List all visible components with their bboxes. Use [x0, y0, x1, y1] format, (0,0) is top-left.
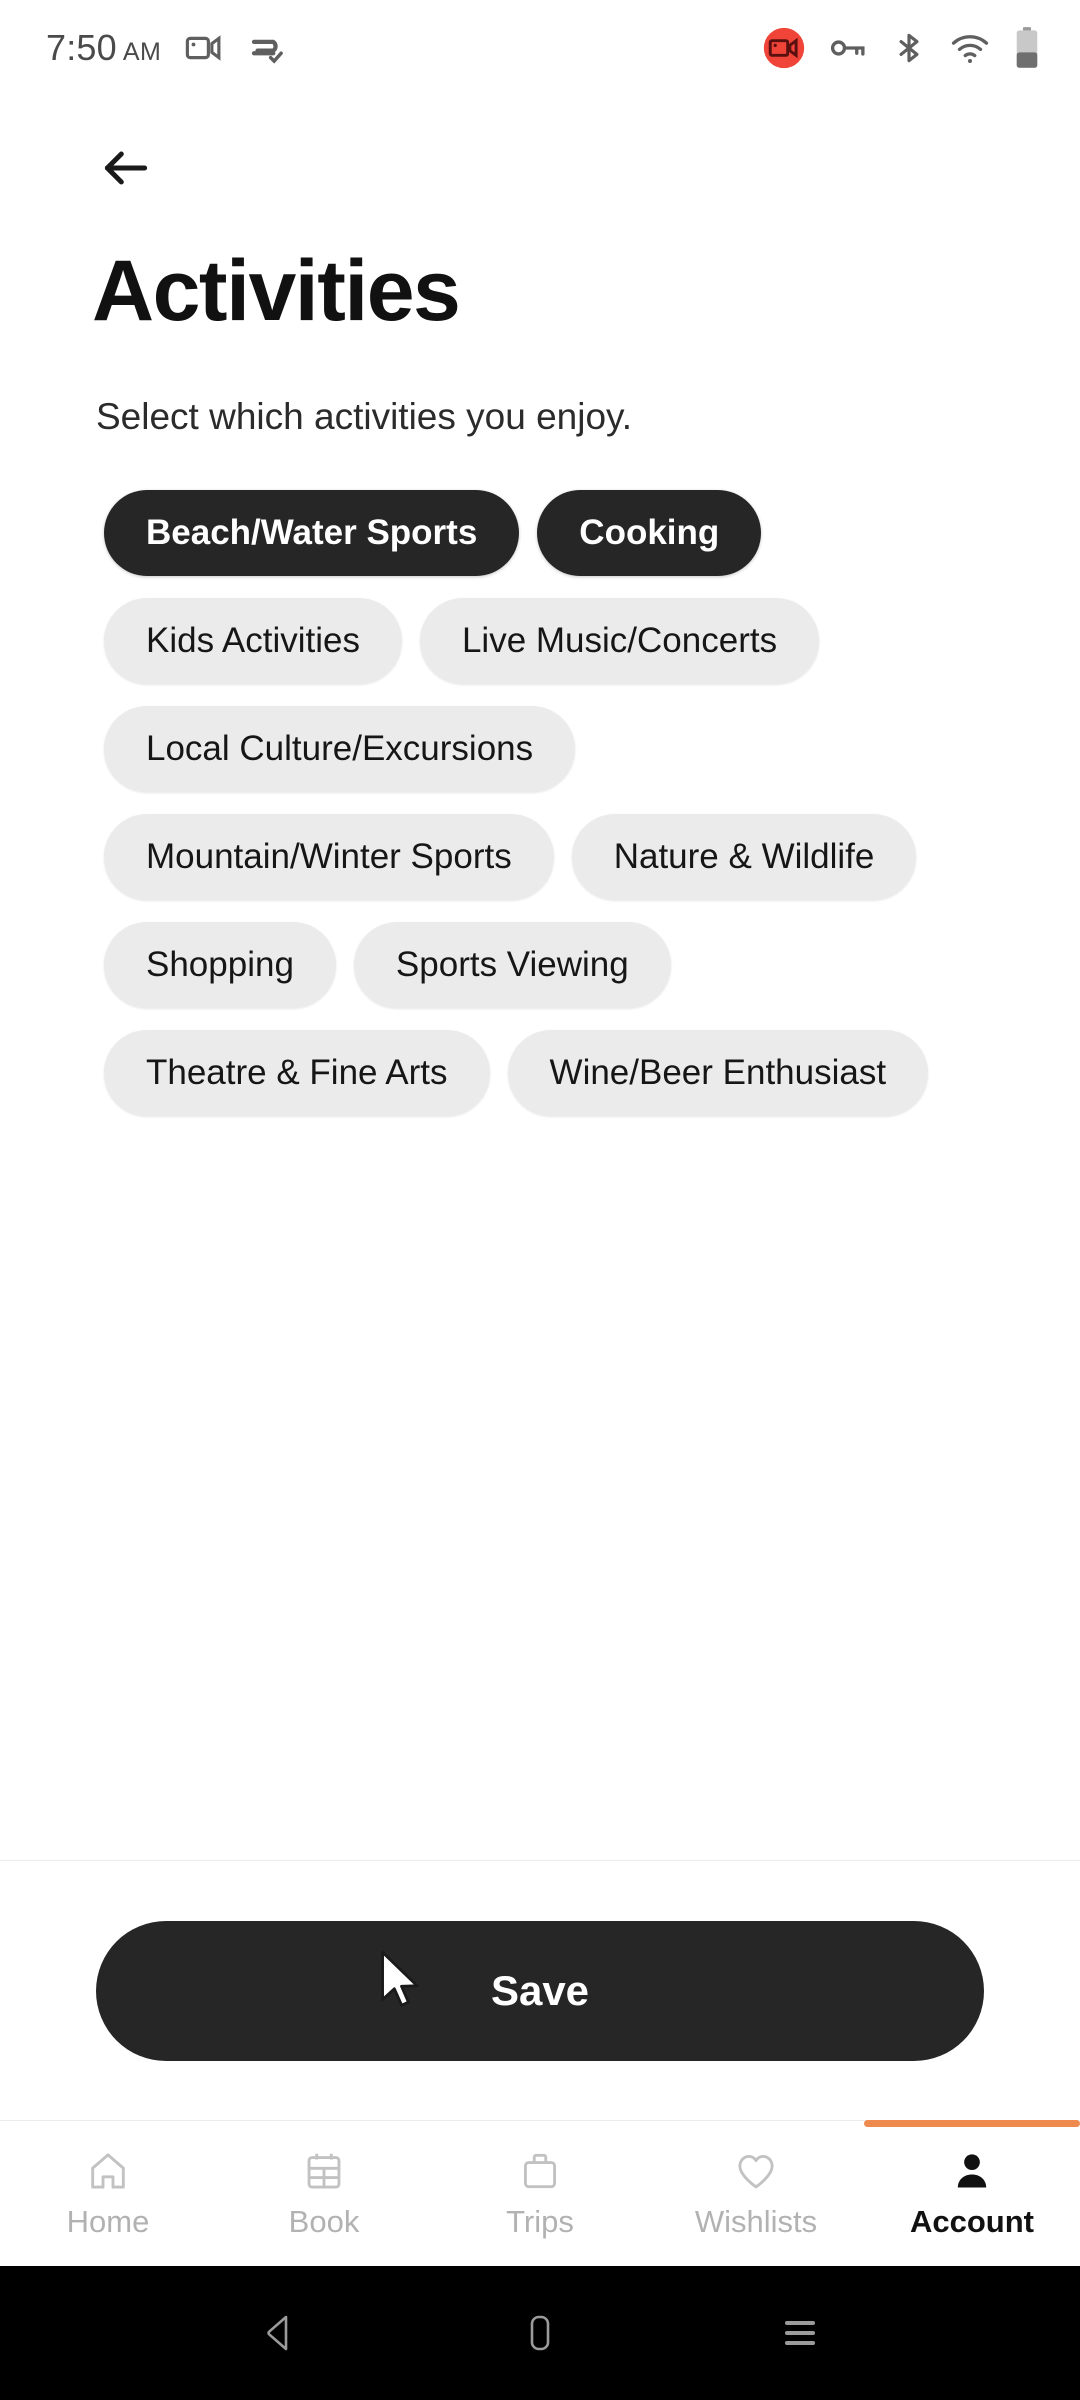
activity-chip-label: Sports Viewing	[395, 945, 629, 984]
bottom-nav-label: Book	[288, 2203, 360, 2239]
bottom-nav-label: Wishlists	[694, 2203, 818, 2239]
save-button[interactable]: Save	[96, 1920, 984, 2061]
activity-chip[interactable]: Mountain/Winter Sports	[104, 814, 554, 900]
bottom-nav-item-wishlists[interactable]: Wishlists	[648, 2121, 864, 2266]
activity-chip[interactable]: Beach/Water Sports	[104, 490, 520, 576]
wifi-icon	[949, 27, 991, 69]
page-subtitle: Select which activities you enjoy.	[96, 396, 633, 437]
bottom-nav-label: Account	[910, 2203, 1034, 2239]
back-arrow-icon[interactable]	[98, 140, 154, 196]
status-bar-right	[762, 26, 1042, 70]
home-icon	[91, 2152, 125, 2189]
heart-icon	[738, 2154, 774, 2188]
calendar-icon	[307, 2153, 341, 2189]
app-screen: 7:50 AM Activities Select which activiti…	[0, 0, 1080, 2400]
bottom-nav-item-home[interactable]: Home	[0, 2121, 216, 2266]
activity-chip[interactable]: Shopping	[104, 922, 336, 1008]
screen-recording-active-icon	[762, 26, 806, 70]
activity-chip-label: Local Culture/Excursions	[146, 729, 534, 768]
bottom-nav-label: Home	[66, 2203, 150, 2239]
bottom-nav-item-account[interactable]: Account	[864, 2120, 1080, 2266]
bottom-nav-label: Trips	[506, 2203, 574, 2239]
active-tab-indicator	[864, 2120, 1080, 2127]
activity-chip[interactable]: Cooking	[537, 490, 762, 576]
activity-chip-label: Kids Activities	[146, 621, 360, 660]
back-button[interactable]	[0, 96, 1080, 196]
android-back-button[interactable]	[250, 2303, 310, 2363]
activity-chip-label: Mountain/Winter Sports	[146, 837, 512, 876]
bottom-nav-item-trips[interactable]: Trips	[432, 2121, 648, 2266]
bottom-navigation: Home Book Trips Wishlists Account	[0, 2120, 1080, 2266]
activity-chip-label: Nature & Wildlife	[613, 837, 875, 876]
android-home-button[interactable]	[510, 2303, 570, 2363]
bluetooth-icon	[890, 29, 928, 67]
vpn-key-icon	[827, 27, 869, 69]
activity-chip-label: Live Music/Concerts	[461, 621, 778, 660]
activity-chip-label: Theatre & Fine Arts	[146, 1053, 448, 1092]
activity-chip-group: Beach/Water Sports Cooking Kids Activities…	[0, 490, 1080, 1116]
activity-chip[interactable]: Wine/Beer Enthusiast	[507, 1030, 929, 1116]
activity-chip[interactable]: Local Culture/Excursions	[104, 706, 576, 792]
activity-chip[interactable]: Sports Viewing	[353, 922, 671, 1008]
page-title: Activities	[92, 243, 461, 339]
android-recents-button[interactable]	[770, 2303, 830, 2363]
activity-chip[interactable]: Kids Activities	[104, 598, 402, 684]
status-bar-left: 7:50 AM	[46, 27, 289, 69]
suitcase-icon	[523, 2153, 557, 2188]
battery-icon	[1012, 26, 1042, 70]
clock-ampm: AM	[122, 38, 162, 66]
activity-chip-label: Shopping	[146, 945, 294, 984]
save-bar: Save	[0, 1860, 1080, 2120]
activity-chip-label: Beach/Water Sports	[146, 513, 478, 552]
activity-chip[interactable]: Nature & Wildlife	[571, 814, 917, 900]
android-system-nav	[0, 2266, 1080, 2400]
clock-time: 7:50	[46, 27, 117, 68]
activity-chip[interactable]: Live Music/Concerts	[419, 598, 820, 684]
save-button-label: Save	[490, 1966, 590, 2014]
mouse-cursor-icon	[381, 1950, 419, 2007]
person-icon	[957, 2153, 987, 2187]
main-content: Activities Select which activities you e…	[0, 96, 1080, 2120]
bottom-nav-item-book[interactable]: Book	[216, 2121, 432, 2266]
activity-chip-label: Cooking	[579, 513, 720, 552]
status-bar-clock: 7:50 AM	[46, 27, 161, 69]
activity-chip-label: Wine/Beer Enthusiast	[549, 1053, 887, 1092]
screen-record-icon	[183, 27, 225, 69]
activity-chip[interactable]: Theatre & Fine Arts	[104, 1030, 490, 1116]
data-saver-icon	[247, 27, 289, 69]
status-bar: 7:50 AM	[0, 0, 1080, 96]
